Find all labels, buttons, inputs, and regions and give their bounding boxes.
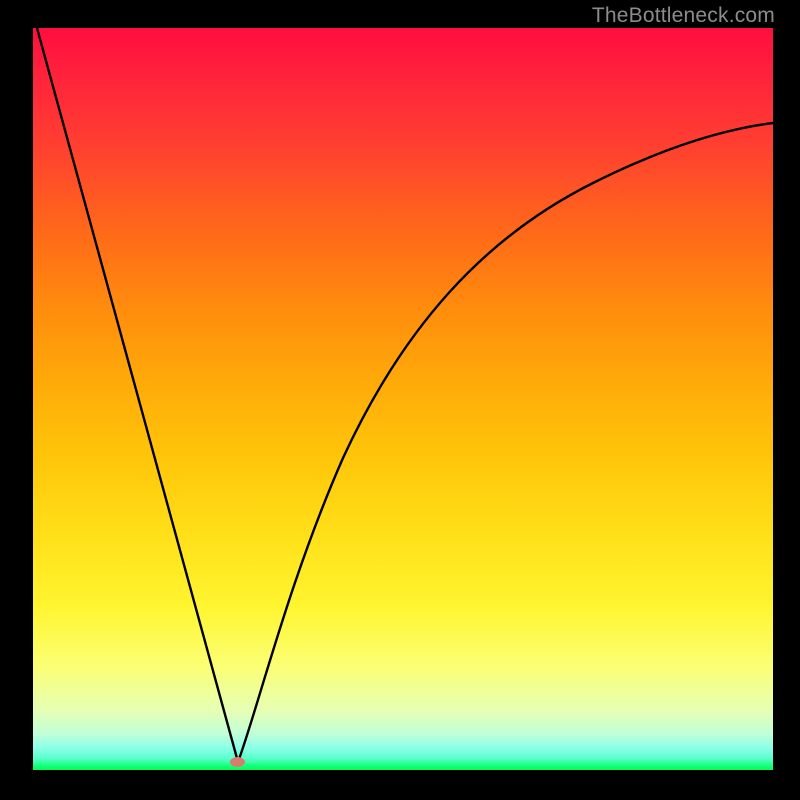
- curve-left-branch: [37, 28, 238, 762]
- plot-area: [33, 28, 773, 770]
- watermark-text: TheBottleneck.com: [592, 4, 775, 28]
- outer-frame: TheBottleneck.com: [0, 0, 800, 800]
- curve-right-branch: [238, 123, 773, 762]
- curve-layer: [33, 28, 773, 770]
- minimum-marker: [230, 757, 245, 767]
